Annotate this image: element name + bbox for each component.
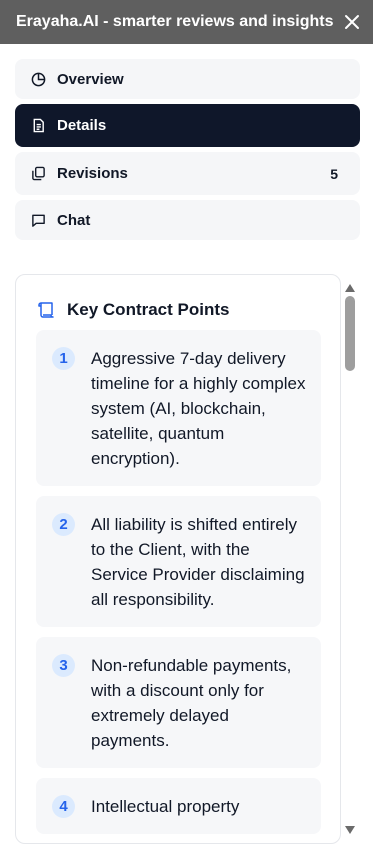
scrollbar-thumb[interactable] [345, 296, 355, 371]
nav-label-details: Details [57, 117, 107, 134]
key-points-panel: Key Contract Points 1 Aggressive 7-day d… [15, 274, 341, 844]
scroll-up-arrow-icon[interactable] [344, 280, 356, 292]
key-points-list: 1 Aggressive 7-day delivery timeline for… [36, 330, 321, 843]
window-titlebar: Erayaha.AI - smarter reviews and insight… [0, 0, 373, 44]
panel-title: Key Contract Points [67, 300, 230, 319]
list-item: 3 Non-refundable payments, with a discou… [36, 637, 321, 768]
nav-label-revisions: Revisions [57, 165, 128, 182]
nav-item-overview[interactable]: Overview [15, 59, 360, 99]
nav-item-chat[interactable]: Chat [15, 200, 360, 240]
list-item: 4 Intellectual property [36, 778, 321, 834]
section-nav: Overview Details Revisions 5 Chat [15, 59, 360, 245]
point-text: Non-refundable payments, with a discount… [91, 656, 292, 750]
vertical-scrollbar[interactable] [343, 278, 357, 838]
close-icon[interactable] [341, 11, 363, 33]
nav-label-chat: Chat [57, 211, 91, 229]
point-text: Aggressive 7-day delivery timeline for a… [91, 349, 306, 468]
scroll-down-arrow-icon[interactable] [344, 822, 356, 834]
scroll-icon [36, 300, 56, 320]
point-text: Intellectual property [91, 797, 240, 816]
panel-header: Key Contract Points [16, 275, 340, 321]
list-item: 2 All liability is shifted entirely to t… [36, 496, 321, 627]
point-number-badge: 3 [52, 654, 75, 677]
point-number-badge: 4 [52, 795, 75, 818]
chat-bubble-icon [31, 212, 47, 228]
document-icon [31, 118, 47, 134]
copy-icon [31, 166, 47, 182]
point-number-badge: 2 [52, 513, 75, 536]
nav-item-details[interactable]: Details [15, 104, 360, 147]
nav-item-revisions[interactable]: Revisions 5 [15, 152, 360, 195]
window-title: Erayaha.AI - smarter reviews and insight… [16, 13, 334, 30]
list-item: 1 Aggressive 7-day delivery timeline for… [36, 330, 321, 486]
nav-label-overview: Overview [57, 70, 124, 88]
pie-chart-icon [31, 71, 47, 87]
revisions-count-badge: 5 [330, 165, 338, 182]
point-number-badge: 1 [52, 347, 75, 370]
point-text: All liability is shifted entirely to the… [91, 515, 305, 609]
